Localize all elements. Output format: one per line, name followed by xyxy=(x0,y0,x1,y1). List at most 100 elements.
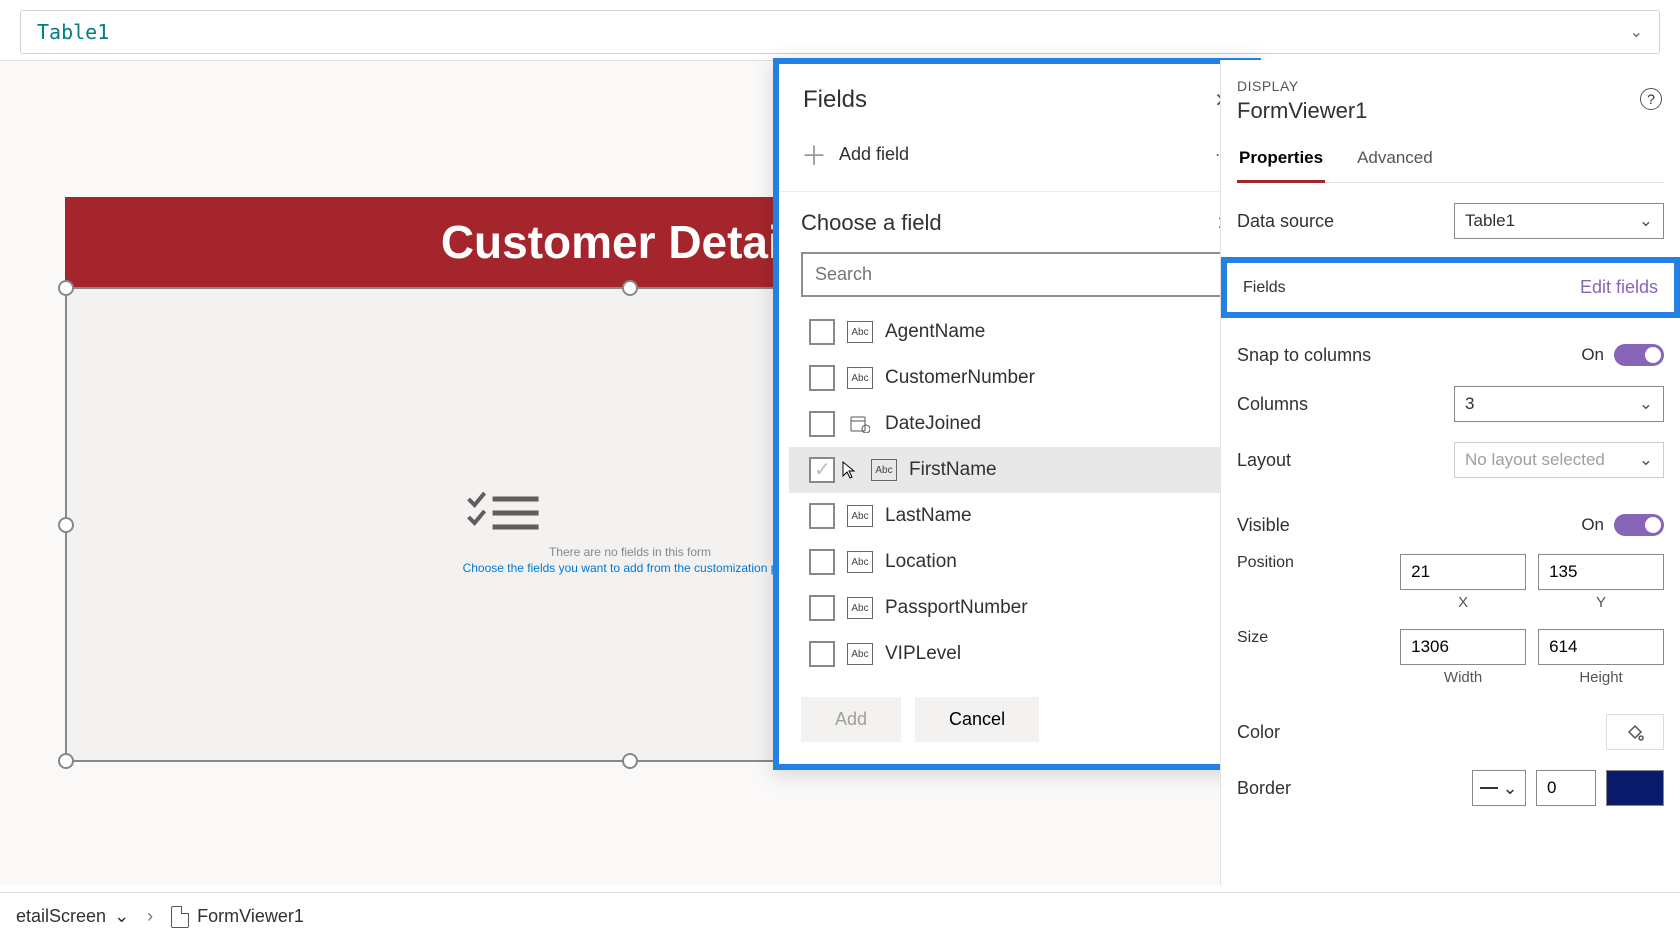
add-button[interactable]: Add xyxy=(801,697,901,742)
checkbox[interactable] xyxy=(809,365,835,391)
date-type-icon xyxy=(847,413,873,435)
field-list: Abc AgentName Abc CustomerNumber DateJoined A… xyxy=(789,309,1245,677)
color-picker-button[interactable] xyxy=(1606,714,1664,750)
formula-bar[interactable]: Table1 ⌄ xyxy=(20,10,1660,54)
checkbox[interactable] xyxy=(809,641,835,667)
snap-toggle[interactable] xyxy=(1614,344,1664,366)
layout-select[interactable]: No layout selected ⌄ xyxy=(1454,442,1664,478)
field-row-firstname[interactable]: AbcFirstName xyxy=(789,447,1245,493)
border-width-input[interactable] xyxy=(1536,770,1596,806)
columns-label: Columns xyxy=(1237,394,1454,415)
data-source-label: Data source xyxy=(1237,211,1454,232)
fields-panel: Fields ✕ ＋ Add field ⋯ Choose a field ✕ … xyxy=(773,58,1261,770)
border-style-select[interactable]: ⌄ xyxy=(1472,770,1526,806)
empty-text-2: Choose the fields you want to add from t… xyxy=(463,561,798,575)
checkbox[interactable] xyxy=(809,503,835,529)
field-label: PassportNumber xyxy=(885,597,1028,619)
resize-handle[interactable] xyxy=(58,753,74,769)
field-row-customernumber[interactable]: Abc CustomerNumber xyxy=(789,355,1245,401)
position-x-sublabel: X xyxy=(1400,594,1526,611)
properties-tabs: Properties Advanced xyxy=(1237,140,1664,183)
add-field-row[interactable]: ＋ Add field ⋯ xyxy=(779,128,1255,192)
fields-label: Fields xyxy=(1243,279,1580,297)
field-label: CustomerNumber xyxy=(885,367,1035,389)
visible-label: Visible xyxy=(1237,515,1581,536)
field-row-location[interactable]: Abc Location xyxy=(789,539,1245,585)
field-row-datejoined[interactable]: DateJoined xyxy=(789,401,1245,447)
fields-panel-title: Fields xyxy=(803,86,1214,114)
field-label: AgentName xyxy=(885,321,985,343)
text-type-icon: Abc xyxy=(847,597,873,619)
field-label: DateJoined xyxy=(885,413,981,435)
position-x-input[interactable] xyxy=(1400,554,1526,590)
choose-field-title: Choose a field xyxy=(801,210,1216,236)
chevron-down-icon: ⌄ xyxy=(114,906,129,927)
checkbox[interactable] xyxy=(809,595,835,621)
line-icon xyxy=(1480,787,1498,789)
chevron-down-icon: ⌄ xyxy=(1639,394,1653,414)
size-height-input[interactable] xyxy=(1538,629,1664,665)
empty-form-placeholder: There are no fields in this form Choose … xyxy=(463,489,798,575)
checkbox[interactable] xyxy=(809,411,835,437)
visible-toggle[interactable] xyxy=(1614,514,1664,536)
form-icon xyxy=(171,906,189,928)
resize-handle[interactable] xyxy=(622,753,638,769)
display-label: DISPLAY xyxy=(1237,78,1664,94)
data-source-select[interactable]: Table1 ⌄ xyxy=(1454,203,1664,239)
breadcrumb-control[interactable]: FormViewer1 xyxy=(163,902,312,932)
columns-select[interactable]: 3 ⌄ xyxy=(1454,386,1664,422)
edit-fields-link[interactable]: Edit fields xyxy=(1580,277,1658,298)
breadcrumb-screen[interactable]: etailScreen ⌄ xyxy=(8,902,137,931)
field-label: Location xyxy=(885,551,957,573)
border-color-swatch[interactable] xyxy=(1606,770,1664,806)
checkbox[interactable] xyxy=(809,457,835,483)
size-width-sublabel: Width xyxy=(1400,669,1526,686)
size-label: Size xyxy=(1237,629,1388,647)
text-type-icon: Abc xyxy=(847,551,873,573)
text-type-icon: Abc xyxy=(847,367,873,389)
breadcrumb: etailScreen ⌄ › FormViewer1 xyxy=(0,892,1680,940)
resize-handle[interactable] xyxy=(58,280,74,296)
search-input[interactable] xyxy=(801,252,1233,297)
breadcrumb-control-label: FormViewer1 xyxy=(197,906,304,927)
data-source-value: Table1 xyxy=(1465,211,1515,231)
field-label: FirstName xyxy=(909,459,997,481)
breadcrumb-screen-label: etailScreen xyxy=(16,906,106,927)
checkbox[interactable] xyxy=(809,549,835,575)
tab-advanced[interactable]: Advanced xyxy=(1355,140,1435,182)
resize-handle[interactable] xyxy=(58,517,74,533)
properties-panel: DISPLAY FormViewer1 ? Properties Advance… xyxy=(1220,60,1680,885)
snap-state: On xyxy=(1581,345,1604,365)
paint-bucket-icon xyxy=(1625,722,1645,742)
chevron-down-icon[interactable]: ⌄ xyxy=(1630,22,1643,42)
resize-handle[interactable] xyxy=(622,280,638,296)
layout-label: Layout xyxy=(1237,450,1454,471)
fields-property-row: Fields Edit fields xyxy=(1221,257,1680,318)
checklist-icon xyxy=(463,489,543,539)
size-width-input[interactable] xyxy=(1400,629,1526,665)
field-row-viplevel[interactable]: AbcVIPLevel xyxy=(789,631,1245,677)
cursor-icon xyxy=(847,460,859,480)
snap-label: Snap to columns xyxy=(1237,345,1581,366)
field-row-passportnumber[interactable]: Abc PassportNumber xyxy=(789,585,1245,631)
choose-field-block: Choose a field ✕ AbcAgentNameAbcCustomer… xyxy=(779,192,1255,764)
field-row-lastname[interactable]: Abc LastName xyxy=(789,493,1245,539)
color-label: Color xyxy=(1237,722,1606,743)
chevron-down-icon: ⌄ xyxy=(1502,778,1517,799)
text-type-icon: Abc xyxy=(847,505,873,527)
chevron-right-icon: › xyxy=(147,906,153,927)
field-row-agentname[interactable]: Abc AgentName xyxy=(789,309,1245,355)
checkbox[interactable] xyxy=(809,319,835,345)
help-icon[interactable]: ? xyxy=(1640,88,1662,110)
field-label: LastName xyxy=(885,505,972,527)
position-y-input[interactable] xyxy=(1538,554,1664,590)
text-type-icon: Abc xyxy=(847,321,873,343)
position-y-sublabel: Y xyxy=(1538,594,1664,611)
formula-text: Table1 xyxy=(37,20,109,44)
visible-state: On xyxy=(1581,515,1604,535)
position-label: Position xyxy=(1237,554,1388,572)
cancel-button[interactable]: Cancel xyxy=(915,697,1039,742)
empty-text-1: There are no fields in this form xyxy=(463,545,798,559)
add-field-label: Add field xyxy=(839,144,909,165)
tab-properties[interactable]: Properties xyxy=(1237,140,1325,183)
